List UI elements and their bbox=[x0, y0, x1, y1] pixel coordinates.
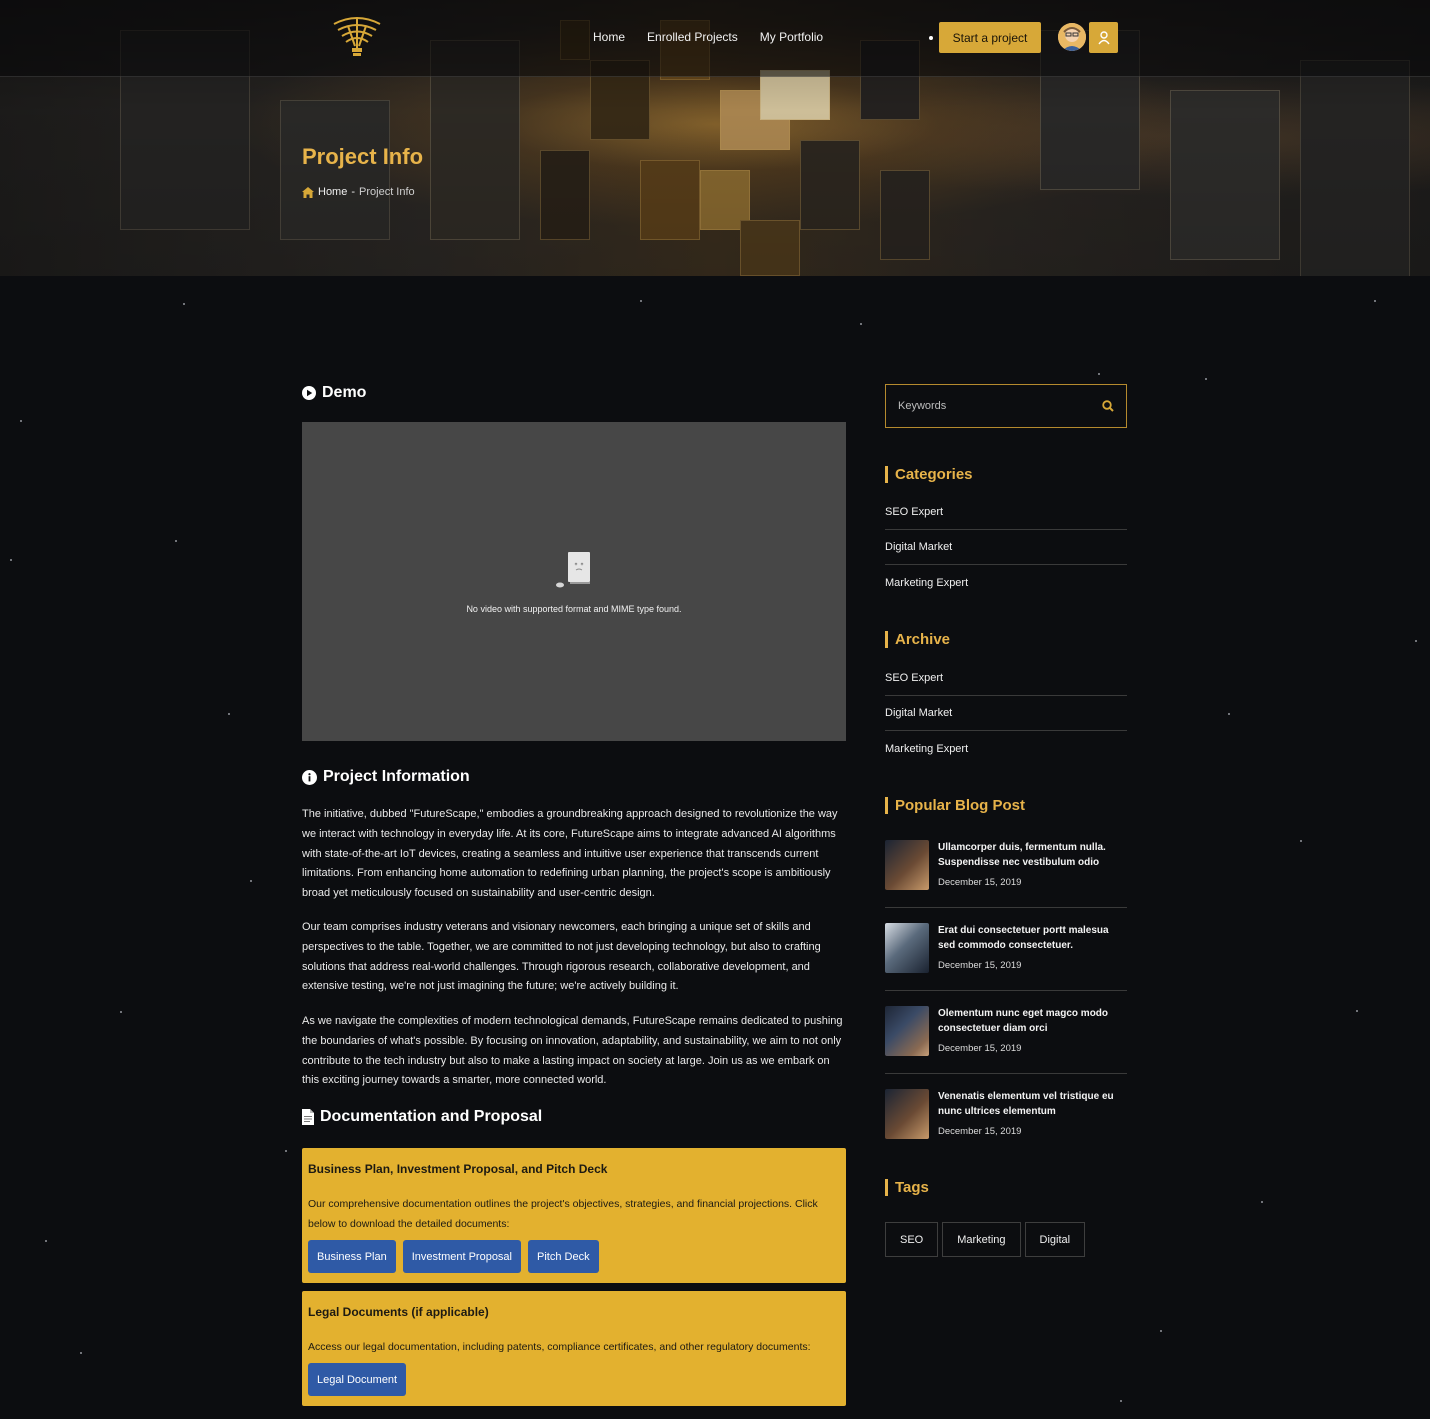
avatar-portrait-icon bbox=[1058, 23, 1086, 51]
video-player[interactable]: No video with supported format and MIME … bbox=[302, 422, 846, 741]
popular-posts-title: Popular Blog Post bbox=[885, 797, 1025, 814]
blog-post-thumbnail[interactable] bbox=[885, 1089, 929, 1139]
blog-post-item[interactable]: Erat dui consectetuer portt malesua sed … bbox=[885, 923, 1127, 973]
blog-post-thumbnail[interactable] bbox=[885, 840, 929, 890]
project-info-paragraph-3: As we navigate the complexities of moder… bbox=[302, 1015, 843, 1087]
main-nav: Home Enrolled Projects My Portfolio bbox=[593, 30, 823, 44]
breadcrumb-home[interactable]: Home bbox=[318, 186, 347, 198]
project-info-paragraph-1: The initiative, dubbed "FutureScape," em… bbox=[302, 808, 838, 900]
pitch-deck-button[interactable]: Pitch Deck bbox=[528, 1240, 599, 1273]
archive-item-seo-expert[interactable]: SEO Expert bbox=[885, 661, 1127, 696]
blog-post-title[interactable]: Ullamcorper duis, fermentum nulla. Suspe… bbox=[938, 840, 1127, 870]
legal-docs-title: Legal Documents (if applicable) bbox=[308, 1305, 489, 1319]
blog-post-date: December 15, 2019 bbox=[938, 960, 1022, 971]
search-box bbox=[885, 384, 1127, 428]
start-project-button[interactable]: Start a project bbox=[939, 22, 1041, 53]
page-title: Project Info bbox=[302, 144, 424, 169]
archive-item-digital-market[interactable]: Digital Market bbox=[885, 696, 1127, 731]
post-divider bbox=[885, 1073, 1127, 1074]
business-docs-text: Our comprehensive documentation outlines… bbox=[308, 1198, 818, 1230]
blog-post-title[interactable]: Erat dui consectetuer portt malesua sed … bbox=[938, 923, 1127, 953]
top-navbar: Home Enrolled Projects My Portfolio Star… bbox=[0, 0, 1430, 77]
blog-post-date: December 15, 2019 bbox=[938, 877, 1022, 888]
archive-item-marketing-expert[interactable]: Marketing Expert bbox=[885, 731, 1127, 766]
project-info-paragraph-2: Our team comprises industry veterans and… bbox=[302, 921, 821, 993]
categories-list: SEO Expert Digital Market Marketing Expe… bbox=[885, 495, 1127, 600]
tags-title: Tags bbox=[885, 1179, 929, 1196]
business-docs-title: Business Plan, Investment Proposal, and … bbox=[308, 1162, 608, 1176]
category-item-marketing-expert[interactable]: Marketing Expert bbox=[885, 565, 1127, 600]
info-icon bbox=[302, 769, 317, 785]
business-docs-buttons: Business Plan Investment Proposal Pitch … bbox=[308, 1240, 840, 1273]
category-item-digital-market[interactable]: Digital Market bbox=[885, 530, 1127, 565]
search-input[interactable] bbox=[886, 400, 1090, 412]
documentation-heading: Documentation and Proposal bbox=[302, 1108, 542, 1126]
legal-docs-buttons: Legal Document bbox=[308, 1363, 840, 1396]
nav-enrolled-projects[interactable]: Enrolled Projects bbox=[647, 30, 738, 44]
logo-emblem[interactable] bbox=[328, 14, 386, 60]
video-error-message: No video with supported format and MIME … bbox=[466, 603, 682, 614]
user-icon bbox=[1097, 30, 1110, 44]
post-divider bbox=[885, 990, 1127, 991]
documentation-heading-text: Documentation and Proposal bbox=[320, 1108, 543, 1125]
legal-docs-text: Access our legal documentation, includin… bbox=[308, 1341, 811, 1353]
avatar[interactable] bbox=[1058, 23, 1086, 51]
archive-title: Archive bbox=[885, 631, 950, 648]
legal-document-button[interactable]: Legal Document bbox=[308, 1363, 407, 1396]
blog-post-date: December 15, 2019 bbox=[938, 1126, 1022, 1137]
post-divider bbox=[885, 907, 1127, 908]
archive-list: SEO Expert Digital Market Marketing Expe… bbox=[885, 661, 1127, 766]
blog-post-item[interactable]: Ullamcorper duis, fermentum nulla. Suspe… bbox=[885, 840, 1127, 890]
nav-dot bbox=[929, 36, 933, 40]
investment-proposal-button[interactable]: Investment Proposal bbox=[402, 1240, 521, 1273]
categories-title: Categories bbox=[885, 466, 973, 483]
tag-marketing[interactable]: Marketing bbox=[942, 1222, 1021, 1257]
broken-file-icon bbox=[556, 551, 590, 587]
demo-heading: Demo bbox=[302, 384, 366, 402]
demo-heading-text: Demo bbox=[322, 384, 367, 401]
tag-digital[interactable]: Digital bbox=[1024, 1222, 1086, 1257]
user-account-button[interactable] bbox=[1089, 22, 1118, 53]
home-icon bbox=[302, 186, 314, 198]
business-plan-button[interactable]: Business Plan bbox=[308, 1240, 396, 1273]
search-button[interactable] bbox=[1090, 400, 1126, 412]
document-icon bbox=[302, 1109, 314, 1125]
category-item-seo-expert[interactable]: SEO Expert bbox=[885, 495, 1127, 530]
breadcrumb-separator: - bbox=[351, 186, 356, 198]
blog-post-title[interactable]: Olementum nunc eget magco modo consectet… bbox=[938, 1006, 1127, 1036]
breadcrumb-current: Project Info bbox=[359, 186, 415, 198]
nav-my-portfolio[interactable]: My Portfolio bbox=[760, 30, 823, 44]
blog-post-thumbnail[interactable] bbox=[885, 1006, 929, 1056]
blog-post-thumbnail[interactable] bbox=[885, 923, 929, 973]
play-icon bbox=[302, 386, 316, 400]
blog-post-date: December 15, 2019 bbox=[938, 1043, 1022, 1054]
tag-cloud: SEO Marketing Digital bbox=[885, 1222, 1086, 1257]
tag-seo[interactable]: SEO bbox=[885, 1222, 939, 1257]
nav-home[interactable]: Home bbox=[593, 30, 625, 44]
business-docs-card: Business Plan, Investment Proposal, and … bbox=[302, 1148, 846, 1283]
breadcrumb: Home - Project Info bbox=[302, 186, 415, 198]
project-info-heading-text: Project Information bbox=[323, 768, 470, 785]
blog-post-item[interactable]: Venenatis elementum vel tristique eu nun… bbox=[885, 1089, 1127, 1139]
search-icon bbox=[1102, 400, 1114, 412]
blog-post-item[interactable]: Olementum nunc eget magco modo consectet… bbox=[885, 1006, 1127, 1056]
legal-docs-card: Legal Documents (if applicable) Access o… bbox=[302, 1291, 846, 1406]
project-info-heading: Project Information bbox=[302, 768, 470, 786]
blog-post-title[interactable]: Venenatis elementum vel tristique eu nun… bbox=[938, 1089, 1127, 1119]
